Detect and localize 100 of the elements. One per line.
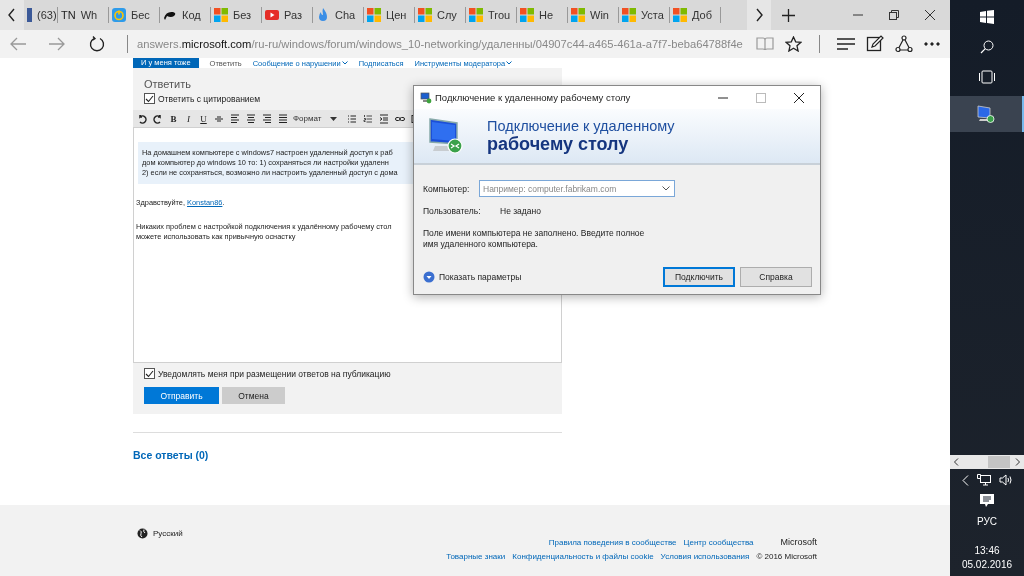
chevron-left-icon	[7, 8, 17, 22]
refresh-icon[interactable]	[89, 36, 105, 52]
cancel-button[interactable]: Отмена	[222, 387, 285, 404]
browser-tab[interactable]: Без	[211, 7, 262, 23]
footer-link[interactable]: Товарные знаки	[446, 552, 506, 561]
task-view-icon[interactable]	[978, 70, 996, 84]
caret-icon	[341, 61, 348, 65]
caret-icon	[662, 186, 670, 191]
windows-logo-icon[interactable]	[980, 10, 994, 24]
windows-logo-icon	[469, 8, 483, 22]
windows-logo-icon	[673, 8, 687, 22]
format-dropdown[interactable]: Формат	[293, 114, 338, 123]
site-icon: TN	[61, 9, 76, 21]
monitor-icon	[420, 91, 432, 104]
align-left-icon[interactable]	[229, 112, 241, 125]
globe-icon	[137, 527, 148, 539]
restore-icon[interactable]	[888, 9, 900, 21]
taskbar-app-button[interactable]	[950, 96, 1024, 132]
dialog-button[interactable]: Подключить	[663, 267, 735, 287]
underline-button[interactable]: U	[198, 113, 209, 124]
share-icon[interactable]	[895, 35, 913, 53]
dialog-heading: рабочему столу	[487, 133, 629, 155]
monitor-icon	[976, 104, 996, 124]
browser-tab[interactable]: Доб	[670, 7, 721, 23]
browser-tab[interactable]: Раз	[262, 7, 313, 23]
close-icon[interactable]	[924, 9, 936, 21]
browser-tab[interactable]: Cha	[313, 7, 364, 23]
dialog-heading: Подключение к удаленному	[487, 117, 675, 134]
search-icon[interactable]	[980, 40, 994, 54]
bullet-list-icon[interactable]	[346, 112, 359, 125]
justify-icon[interactable]	[277, 112, 289, 125]
footer-link[interactable]: Условия использования	[660, 552, 750, 561]
browser-tab[interactable]: (63)	[24, 7, 58, 23]
all-answers-heading[interactable]: Все ответы (0)	[133, 449, 562, 461]
browser-tab[interactable]: Не	[517, 7, 568, 23]
scroll-tabs-right-button[interactable]	[747, 0, 771, 30]
numbered-list-icon[interactable]	[362, 112, 375, 125]
browser-tab[interactable]: Слу	[415, 7, 466, 23]
windows-logo-icon	[571, 8, 585, 22]
notification-icon[interactable]	[980, 494, 994, 508]
language-link[interactable]: Русский	[153, 528, 183, 538]
windows-logo-icon	[367, 8, 381, 22]
plus-icon	[781, 8, 795, 22]
undo-icon[interactable]	[136, 112, 148, 125]
computer-label: Компьютер:	[423, 183, 471, 194]
pen-square-icon[interactable]	[866, 35, 884, 53]
italic-button[interactable]: I	[183, 113, 194, 124]
indent-icon[interactable]	[378, 112, 391, 125]
caret-icon	[330, 116, 338, 121]
browser-tab[interactable]: Win	[568, 7, 619, 23]
windows-logo-icon	[622, 8, 636, 22]
menu-lines-icon[interactable]	[837, 38, 855, 50]
power-icon	[112, 8, 126, 22]
checkbox[interactable]	[144, 368, 155, 379]
speaker-icon[interactable]	[998, 474, 1013, 486]
caret-icon	[506, 61, 513, 65]
chevron-left-icon[interactable]	[953, 458, 959, 466]
redo-icon[interactable]	[152, 112, 164, 125]
star-icon[interactable]	[785, 36, 802, 52]
scrollbar[interactable]	[950, 455, 1024, 469]
copyright-text: © 2016 Microsoft	[756, 552, 817, 561]
align-right-icon[interactable]	[261, 112, 273, 125]
windows-logo-icon	[214, 8, 228, 22]
browser-tab[interactable]: Код	[160, 7, 211, 23]
close-icon[interactable]	[794, 92, 804, 103]
footer-link[interactable]: Центр сообщества	[683, 538, 754, 547]
computer-combobox[interactable]: Например: computer.fabrikam.com	[479, 180, 675, 197]
browser-tab[interactable]: Уста	[619, 7, 670, 23]
browser-tab[interactable]: Цен	[364, 7, 415, 23]
browser-tab[interactable]: Trou	[466, 7, 517, 23]
language-indicator[interactable]: РУС	[977, 516, 997, 527]
checkbox-label: Ответить с цитированием	[158, 93, 261, 104]
dialog-button[interactable]: Справка	[740, 267, 812, 287]
clock-date[interactable]: 05.02.2016	[961, 559, 1013, 570]
show-options-link[interactable]: Показать параметры	[439, 272, 522, 282]
checkbox-label: Уведомлять меня при размещении ответов на публикацию	[158, 368, 391, 379]
browser-tab[interactable]: TN Wh	[58, 7, 109, 23]
clock-time[interactable]: 13:46	[974, 545, 1000, 556]
brand-text: Microsoft	[780, 537, 817, 547]
align-center-icon[interactable]	[245, 112, 257, 125]
more-icon[interactable]	[924, 42, 940, 46]
chevron-right-icon[interactable]	[1015, 458, 1021, 466]
footer-link[interactable]: Правила поведения в сообществе	[548, 538, 677, 547]
browser-tab[interactable]: Бес	[109, 7, 160, 23]
checkbox[interactable]	[144, 93, 155, 104]
network-icon[interactable]	[976, 474, 991, 486]
submit-button[interactable]: Отправить	[144, 387, 219, 404]
windows-logo-icon	[520, 8, 534, 22]
chevron-right-icon	[754, 8, 764, 22]
bold-button[interactable]: B	[168, 113, 179, 124]
scroll-tabs-left-button[interactable]	[0, 0, 24, 30]
expand-icon[interactable]	[423, 271, 435, 283]
user-value: Не задано	[500, 206, 541, 216]
dialog-title: Подключение к удаленному рабочему столу	[435, 92, 631, 103]
footer-link[interactable]: Конфиденциальность и файлы cookie	[512, 552, 654, 561]
reply-title: Ответить	[144, 78, 193, 90]
flame-icon	[316, 8, 330, 22]
message-text: Поле имени компьютера не заполнено. Введите полное имя удаленного компьютера.	[423, 228, 646, 250]
user-label: Пользователь:	[423, 206, 482, 216]
play-icon	[265, 8, 279, 22]
